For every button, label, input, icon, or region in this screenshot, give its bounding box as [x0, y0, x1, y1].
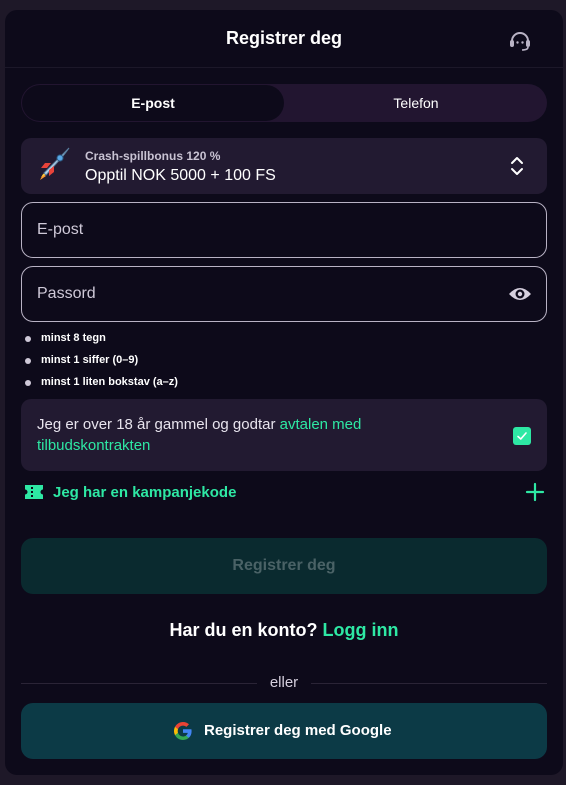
terms-text: Jeg er over 18 år gammel og godtar — [37, 416, 280, 433]
promo-code-toggle[interactable]: Jeg har en kampanjekode — [23, 482, 547, 504]
email-field-container — [21, 202, 547, 258]
bullet-icon — [25, 336, 31, 342]
bullet-icon — [25, 358, 31, 364]
tab-email[interactable]: E-post — [22, 85, 284, 121]
requirement-text: minst 8 tegn — [41, 332, 106, 344]
terms-checkbox[interactable] — [513, 427, 531, 445]
bonus-title: Opptil NOK 5000 + 100 FS — [85, 167, 276, 184]
ticket-icon — [25, 485, 43, 499]
email-field[interactable] — [37, 203, 497, 257]
page-title: Registrer deg — [225, 28, 343, 48]
login-method-tabs: E-post Telefon — [21, 84, 547, 122]
terms-consent: Jeg er over 18 år gammel og godtar avtal… — [21, 399, 547, 471]
login-link[interactable]: Logg inn — [323, 620, 399, 640]
bonus-selector[interactable]: Crash-spillbonus 120 % Opptil NOK 5000 +… — [21, 138, 547, 194]
tab-phone[interactable]: Telefon — [285, 84, 547, 122]
bonus-subtitle: Crash-spillbonus 120 % — [85, 149, 221, 163]
login-question: Har du en konto? — [169, 620, 323, 640]
chevron-up-down-icon — [511, 157, 523, 175]
plus-icon[interactable] — [525, 482, 545, 502]
register-button[interactable]: Registrer deg — [21, 538, 547, 594]
divider-line-right — [311, 683, 547, 684]
google-signup-button[interactable]: Registrer deg med Google — [21, 703, 547, 759]
terms-label: Jeg er over 18 år gammel og godtar avtal… — [37, 414, 477, 456]
google-icon — [174, 722, 192, 740]
registration-modal: Registrer deg E-post Telefon Crash-spill… — [5, 10, 563, 775]
password-field[interactable] — [37, 267, 497, 321]
promo-code-label: Jeg har en kampanjekode — [53, 484, 237, 501]
eye-icon[interactable] — [508, 284, 532, 304]
google-button-label: Registrer deg med Google — [204, 722, 392, 739]
headset-icon[interactable] — [507, 27, 533, 53]
password-field-container — [21, 266, 547, 322]
bullet-icon — [25, 380, 31, 386]
modal-header: Registrer deg — [5, 10, 563, 68]
requirement-text: minst 1 siffer (0–9) — [41, 354, 139, 366]
rocket-icon — [40, 147, 70, 180]
check-icon — [517, 432, 527, 440]
login-prompt: Har du en konto? Logg inn — [5, 620, 563, 641]
requirement-text: minst 1 liten bokstav (a–z) — [41, 376, 178, 388]
